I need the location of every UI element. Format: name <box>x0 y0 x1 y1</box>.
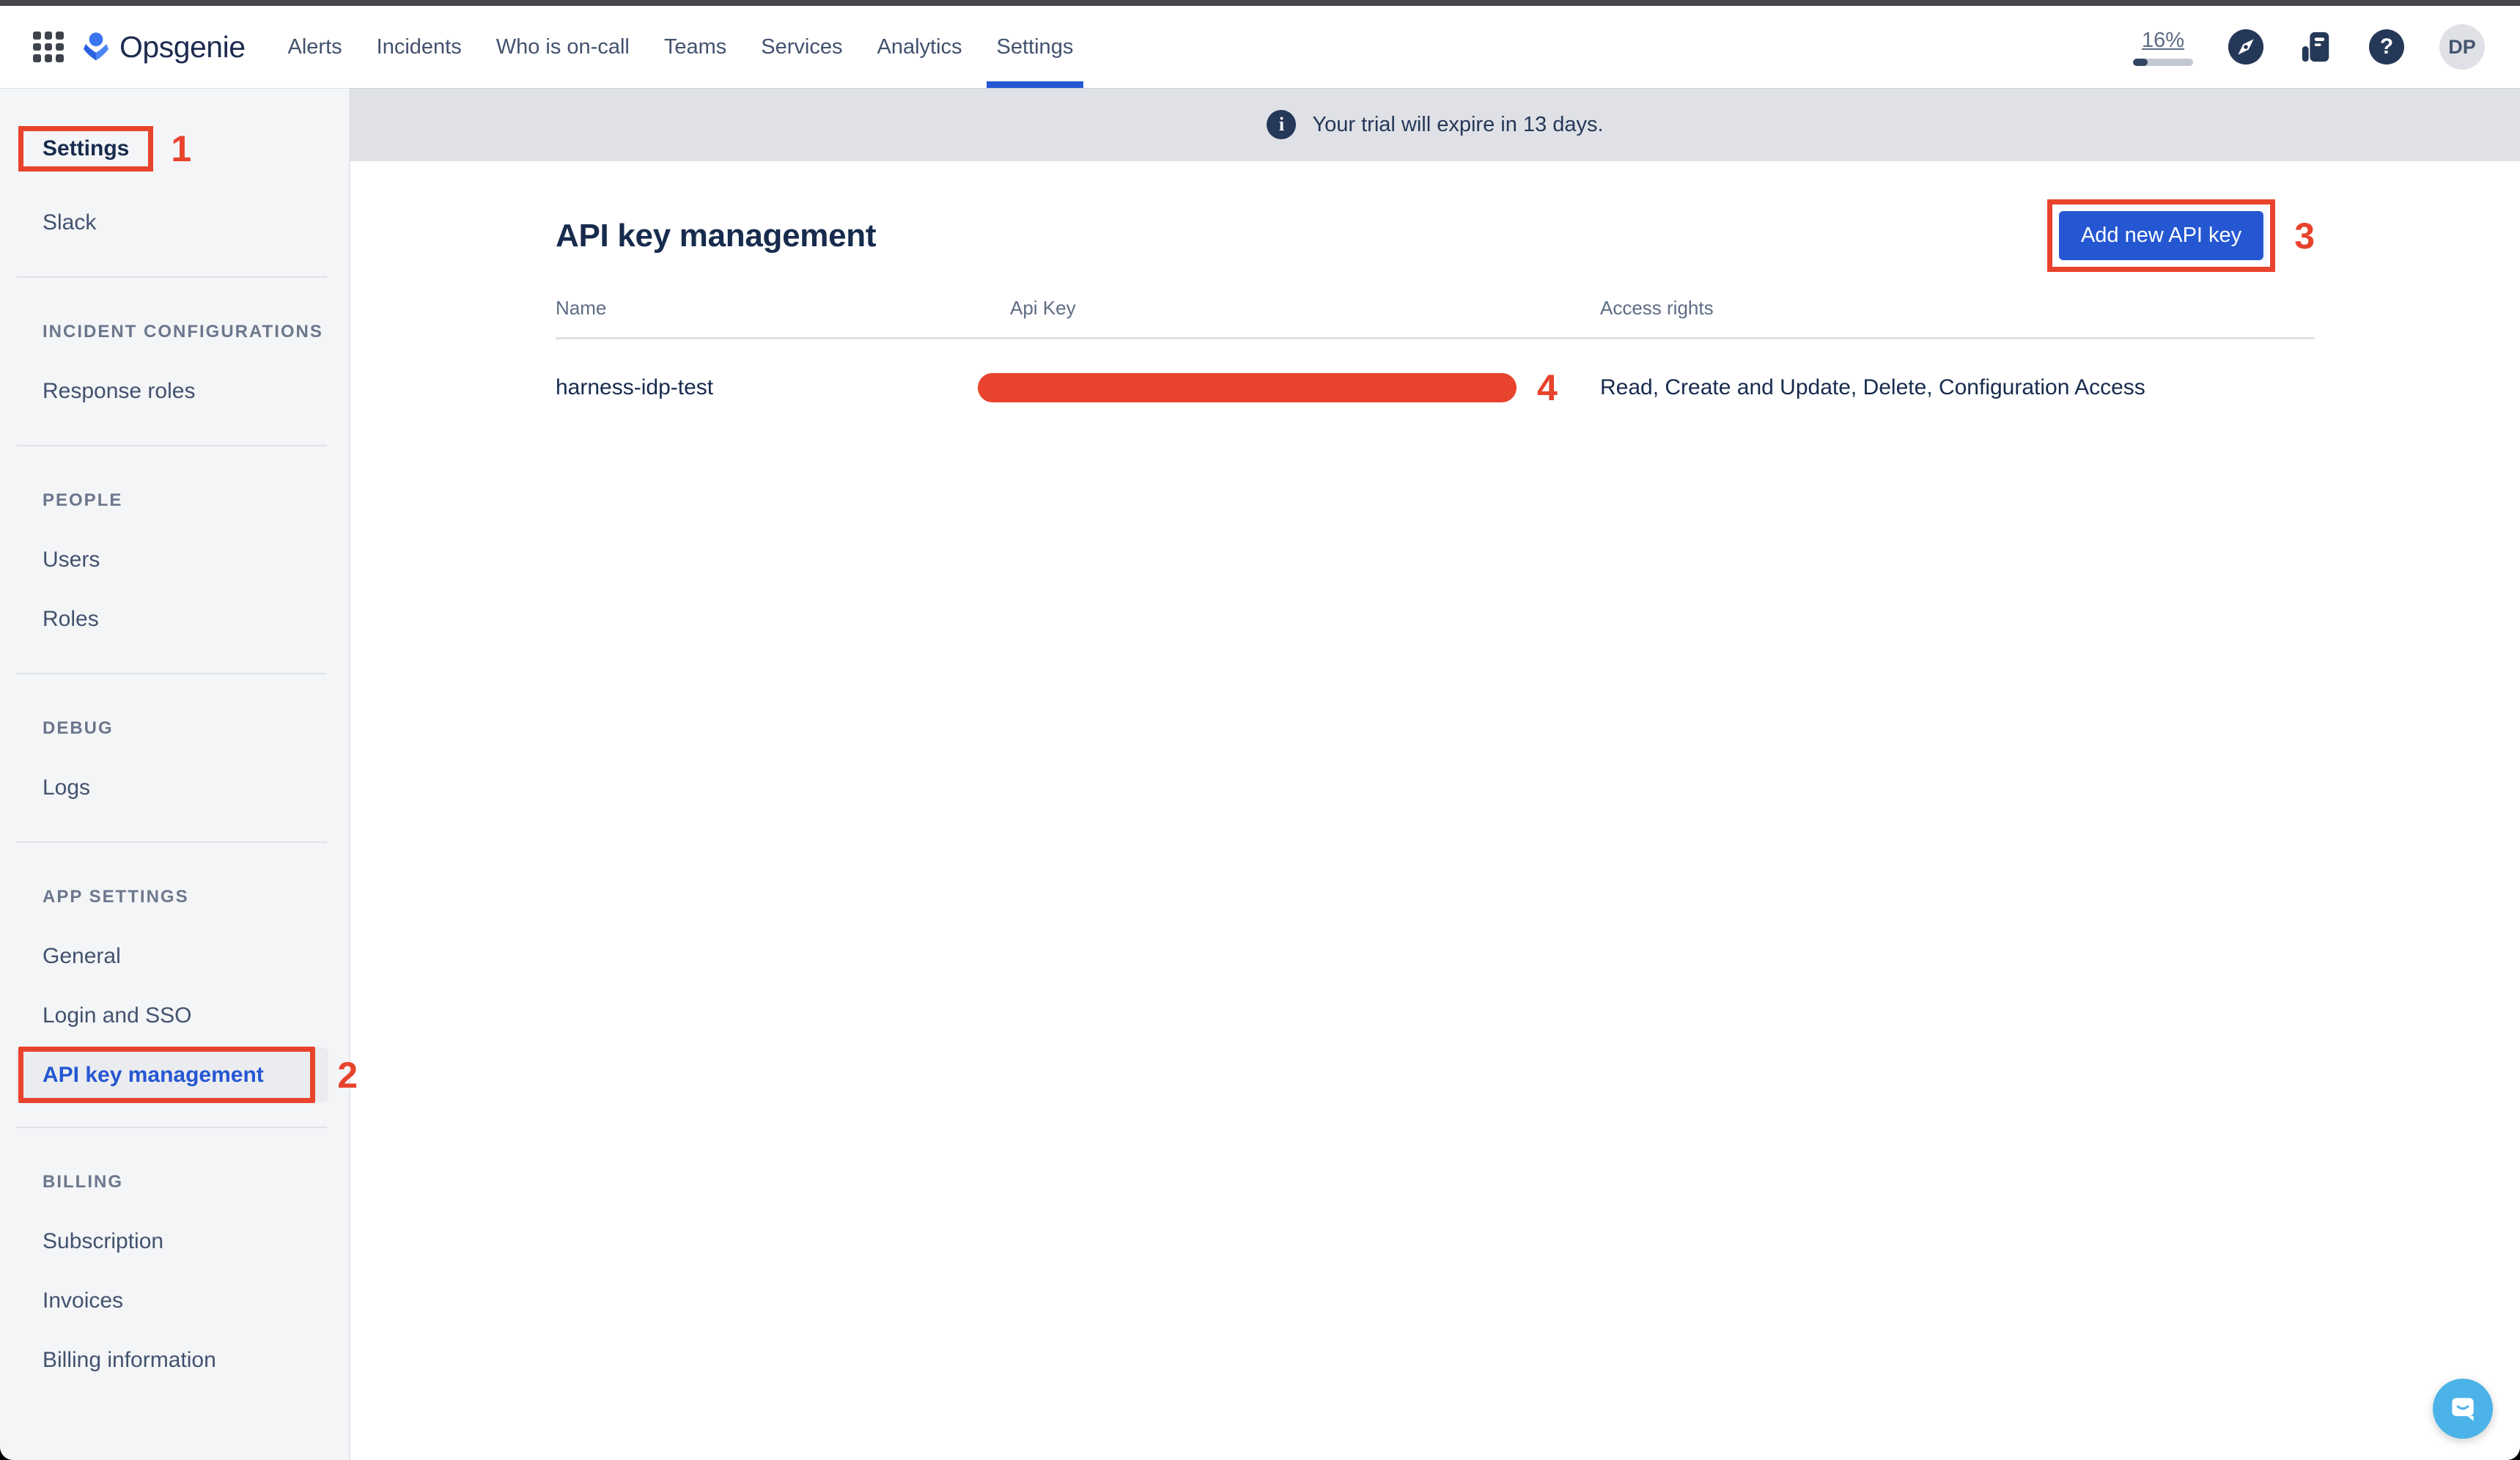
api-key-name: harness-idp-test <box>556 375 1010 400</box>
table-row: harness-idp-test 4 Read, Create and Upda… <box>556 339 2315 413</box>
sidebar-divider <box>16 445 327 446</box>
sidebar-item-users[interactable]: Users <box>0 530 349 589</box>
sidebar-divider <box>16 276 327 278</box>
annotation-box-3: Add new API key <box>2047 199 2275 272</box>
api-keys-table: Name Api Key Access rights harness-idp-t… <box>556 297 2315 413</box>
user-avatar[interactable]: DP <box>2439 24 2485 70</box>
sidebar-item-logs[interactable]: Logs <box>0 758 349 817</box>
annotation-number-3: 3 <box>2294 218 2315 254</box>
sidebar-item-invoices[interactable]: Invoices <box>0 1271 349 1330</box>
sidebar-item-subscription[interactable]: Subscription <box>0 1212 349 1271</box>
sidebar-item-billing-information[interactable]: Billing information <box>0 1330 349 1390</box>
primary-nav: Alerts Incidents Who is on-call Teams Se… <box>288 6 1074 88</box>
add-api-key-button[interactable]: Add new API key <box>2059 211 2263 260</box>
trial-banner: i Your trial will expire in 13 days. <box>350 88 2520 161</box>
chat-icon <box>2447 1393 2479 1425</box>
redacted-api-key-bar <box>978 373 1517 402</box>
settings-sidebar: Settings 1 Slack INCIDENT CONFIGURATIONS… <box>0 88 350 1460</box>
sidebar-item-slack[interactable]: Slack <box>0 193 349 252</box>
sidebar-section-debug: DEBUG <box>0 698 349 758</box>
top-nav: Opsgenie Alerts Incidents Who is on-call… <box>0 6 2520 88</box>
table-header-row: Name Api Key Access rights <box>556 297 2315 339</box>
chat-widget-button[interactable] <box>2433 1379 2493 1439</box>
nav-item-who-is-on-call[interactable]: Who is on-call <box>496 6 630 88</box>
nav-right-cluster: 16% ? <box>2133 24 2485 70</box>
nav-item-services[interactable]: Services <box>761 6 842 88</box>
column-header-api-key: Api Key <box>1010 297 1600 320</box>
nav-item-analytics[interactable]: Analytics <box>877 6 962 88</box>
help-icon[interactable]: ? <box>2369 29 2404 64</box>
sidebar-section-people: PEOPLE <box>0 471 349 530</box>
sidebar-item-login-and-sso[interactable]: Login and SSO <box>0 986 349 1045</box>
trial-usage-bar <box>2133 59 2193 66</box>
nav-item-alerts[interactable]: Alerts <box>288 6 342 88</box>
opsgenie-logo[interactable]: Opsgenie <box>80 29 246 65</box>
trial-usage-percent: 16% <box>2142 29 2184 53</box>
sidebar-item-settings[interactable]: Settings 1 <box>0 119 349 178</box>
sidebar-section-billing: BILLING <box>0 1152 349 1212</box>
sidebar-item-response-roles[interactable]: Response roles <box>0 361 349 421</box>
explore-compass-icon[interactable] <box>2228 29 2263 64</box>
sidebar-section-app-settings: APP SETTINGS <box>0 867 349 926</box>
sidebar-divider <box>16 841 327 843</box>
nav-item-settings[interactable]: Settings <box>997 6 1074 88</box>
annotation-box-1: Settings <box>18 126 153 172</box>
whats-new-icon[interactable] <box>2299 29 2334 64</box>
window-top-strip <box>0 0 2520 6</box>
sidebar-item-roles[interactable]: Roles <box>0 589 349 649</box>
api-key-access-rights: Read, Create and Update, Delete, Configu… <box>1600 375 2315 400</box>
nav-item-incidents[interactable]: Incidents <box>377 6 462 88</box>
column-header-name: Name <box>556 297 1010 320</box>
annotation-number-4: 4 <box>1537 369 1558 406</box>
app-window: Opsgenie Alerts Incidents Who is on-call… <box>0 0 2520 1460</box>
info-icon: i <box>1267 110 1296 139</box>
sidebar-divider <box>16 673 327 674</box>
main-content: i Your trial will expire in 13 days. API… <box>350 88 2520 1460</box>
app-switcher-icon[interactable] <box>33 32 64 62</box>
annotation-number-2: 2 <box>337 1057 358 1094</box>
trial-usage-indicator[interactable]: 16% <box>2133 29 2193 66</box>
trial-banner-text: Your trial will expire in 13 days. <box>1312 113 1603 137</box>
nav-item-teams[interactable]: Teams <box>664 6 726 88</box>
sidebar-section-incident-configurations: INCIDENT CONFIGURATIONS <box>0 302 349 361</box>
column-header-access-rights: Access rights <box>1600 297 2315 320</box>
brand-wordmark: Opsgenie <box>119 30 246 64</box>
page-title: API key management <box>556 218 876 254</box>
opsgenie-mark-icon <box>80 29 112 65</box>
sidebar-item-api-key-management[interactable]: API key management 2 <box>16 1047 328 1102</box>
sidebar-divider <box>16 1127 327 1128</box>
sidebar-item-general[interactable]: General <box>0 926 349 986</box>
annotation-number-1: 1 <box>171 130 191 167</box>
